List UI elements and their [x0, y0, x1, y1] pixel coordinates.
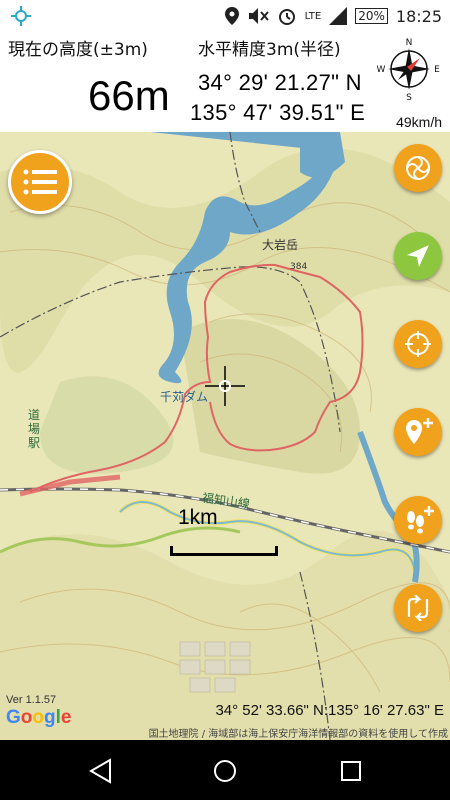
signal-icon: [329, 7, 348, 25]
alarm-icon: [278, 9, 295, 25]
target-button[interactable]: [394, 320, 442, 368]
battery-level: 20%: [355, 8, 388, 24]
mountain-label: 大岩岳: [262, 238, 299, 252]
scale-bar: [170, 546, 278, 556]
version-label: Ver 1.1.57: [6, 694, 57, 706]
clock: 18:25: [395, 6, 442, 26]
map-view[interactable]: 大岩岳 384 千苅ダム 道場駅 福知山線 1km Ver 1.1.57 Goo…: [0, 132, 450, 740]
compass-west: W: [377, 65, 386, 75]
compass-icon[interactable]: N E S W: [376, 36, 442, 102]
add-location-button[interactable]: [394, 408, 442, 456]
altitude-value: 66m: [88, 72, 170, 119]
navigate-button[interactable]: [394, 232, 442, 280]
compass-south: S: [406, 93, 412, 102]
altitude-label: 現在の高度(±3m): [8, 40, 148, 60]
route-button[interactable]: [394, 584, 442, 632]
speed-value: 49km/h: [396, 114, 442, 130]
map-canvas: [0, 132, 450, 740]
menu-button[interactable]: [8, 150, 72, 214]
google-logo: Google: [6, 707, 72, 728]
location-info-panel: 現在の高度(±3m) 水平精度3m(半径) 66m 34° 29' 21.27"…: [0, 32, 450, 132]
location-pin-icon: [224, 7, 239, 25]
gps-satellite-icon: [11, 6, 31, 26]
compass-east: E: [434, 65, 440, 75]
recents-icon[interactable]: [338, 758, 364, 784]
add-footprints-button[interactable]: [394, 496, 442, 544]
accuracy-label: 水平精度3m(半径): [198, 40, 341, 60]
route-icon: [407, 595, 429, 621]
crosshair-target-icon: [405, 331, 431, 357]
status-bar: LTE 20% 18:25: [0, 0, 450, 32]
station-label: 道場駅: [28, 408, 41, 450]
swirl-icon: [406, 156, 430, 180]
network-type: LTE: [304, 10, 322, 22]
compass-north: N: [406, 38, 413, 48]
elevation-label: 384: [290, 262, 308, 272]
menu-icon: [23, 169, 57, 195]
add-location-icon: [406, 418, 433, 444]
navigation-bar: [0, 740, 450, 800]
add-footprints-icon: [407, 506, 434, 534]
back-icon[interactable]: [88, 758, 114, 784]
dam-label: 千苅ダム: [160, 390, 209, 404]
mute-icon: [248, 8, 269, 24]
longitude-value: 135° 47' 39.51" E: [190, 100, 366, 125]
layers-button[interactable]: [394, 144, 442, 192]
navigation-arrow-icon: [407, 245, 429, 267]
scale-label: 1km: [178, 506, 218, 529]
latitude-value: 34° 29' 21.27" N: [198, 70, 362, 95]
crosshair-coordinate: 34° 52' 33.66" N:135° 16' 27.63" E: [215, 702, 444, 719]
map-attribution: 国土地理院 / 海域部は海上保安庁海洋情報部の資料を使用して作成: [148, 729, 448, 740]
home-icon[interactable]: [212, 758, 238, 784]
